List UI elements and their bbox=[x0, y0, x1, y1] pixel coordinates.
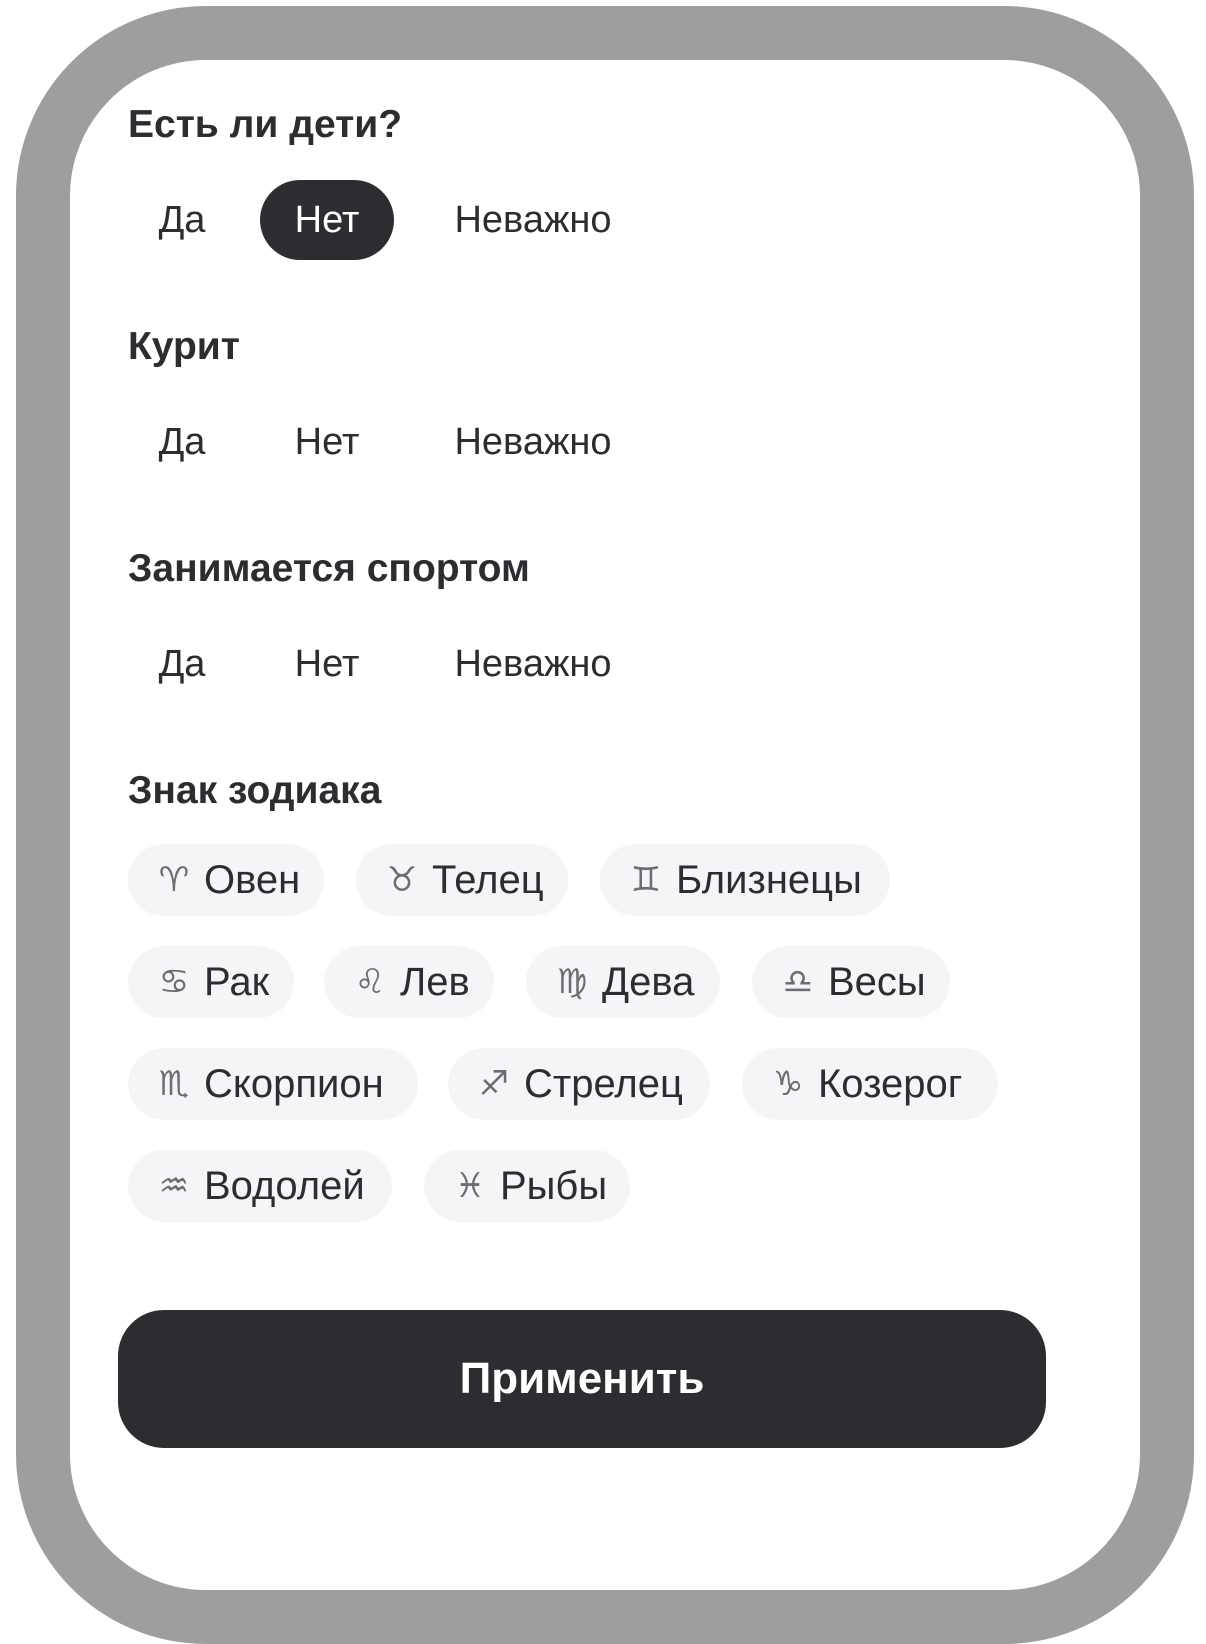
zodiac-chip-libra[interactable]: ♎ Весы bbox=[752, 946, 950, 1018]
zodiac-chip-label: Овен bbox=[204, 858, 301, 902]
aries-icon: ♈ bbox=[158, 860, 190, 900]
section-title-children: Есть ли дети? bbox=[128, 103, 403, 146]
sport-option-no[interactable]: Нет bbox=[260, 624, 394, 704]
sport-option-yes[interactable]: Да bbox=[134, 624, 230, 704]
zodiac-chip-taurus[interactable]: ♉ Телец bbox=[356, 844, 568, 916]
zodiac-chip-label: Рак bbox=[204, 960, 270, 1004]
smoking-option-yes[interactable]: Да bbox=[134, 402, 230, 482]
children-option-no[interactable]: Нет bbox=[260, 180, 394, 260]
apply-button[interactable]: Применить bbox=[118, 1310, 1046, 1448]
pisces-icon: ♓ bbox=[454, 1166, 486, 1206]
zodiac-chip-label: Телец bbox=[432, 858, 544, 902]
capricorn-icon: ♑ bbox=[772, 1064, 804, 1104]
zodiac-chip-cancer[interactable]: ♋ Рак bbox=[128, 946, 294, 1018]
smoking-option-any[interactable]: Неважно bbox=[424, 402, 642, 482]
zodiac-chip-aquarius[interactable]: ♒ Водолей bbox=[128, 1150, 392, 1222]
aquarius-icon: ♒ bbox=[158, 1166, 190, 1206]
zodiac-chip-sagittarius[interactable]: ♐ Стрелец bbox=[448, 1048, 710, 1120]
smoking-option-no[interactable]: Нет bbox=[260, 402, 394, 482]
zodiac-chip-label: Дева bbox=[602, 960, 695, 1004]
zodiac-chip-scorpio[interactable]: ♏ Скорпион bbox=[128, 1048, 418, 1120]
zodiac-chip-label: Скорпион bbox=[204, 1062, 384, 1106]
section-title-smoking: Курит bbox=[128, 325, 240, 368]
zodiac-chip-pisces[interactable]: ♓ Рыбы bbox=[424, 1150, 630, 1222]
libra-icon: ♎ bbox=[782, 962, 814, 1002]
zodiac-chip-virgo[interactable]: ♍ Дева bbox=[526, 946, 720, 1018]
zodiac-chip-label: Близнецы bbox=[676, 858, 862, 902]
sagittarius-icon: ♐ bbox=[478, 1064, 510, 1104]
zodiac-chip-label: Водолей bbox=[204, 1164, 365, 1208]
children-option-yes[interactable]: Да bbox=[134, 180, 230, 260]
zodiac-chip-capricorn[interactable]: ♑ Козерог bbox=[742, 1048, 998, 1120]
zodiac-chip-label: Козерог bbox=[818, 1062, 963, 1106]
section-title-sport: Занимается спортом bbox=[128, 547, 530, 590]
zodiac-chip-leo[interactable]: ♌ Лев bbox=[324, 946, 494, 1018]
zodiac-chip-aries[interactable]: ♈ Овен bbox=[128, 844, 324, 916]
zodiac-chip-label: Лев bbox=[400, 960, 470, 1004]
device-frame: Есть ли дети? Да Нет Неважно Курит Да Не… bbox=[16, 6, 1194, 1644]
scorpio-icon: ♏ bbox=[158, 1064, 190, 1104]
virgo-icon: ♍ bbox=[556, 962, 588, 1002]
sport-option-any[interactable]: Неважно bbox=[424, 624, 642, 704]
zodiac-chip-label: Стрелец bbox=[524, 1062, 683, 1106]
taurus-icon: ♉ bbox=[386, 860, 418, 900]
section-title-zodiac: Знак зодиака bbox=[128, 769, 382, 812]
children-option-any[interactable]: Неважно bbox=[424, 180, 642, 260]
zodiac-chip-label: Весы bbox=[828, 960, 926, 1004]
gemini-icon: ♊ bbox=[630, 860, 662, 900]
zodiac-chip-gemini[interactable]: ♊ Близнецы bbox=[600, 844, 890, 916]
zodiac-chip-label: Рыбы bbox=[500, 1164, 608, 1208]
leo-icon: ♌ bbox=[354, 962, 386, 1002]
cancer-icon: ♋ bbox=[158, 962, 190, 1002]
